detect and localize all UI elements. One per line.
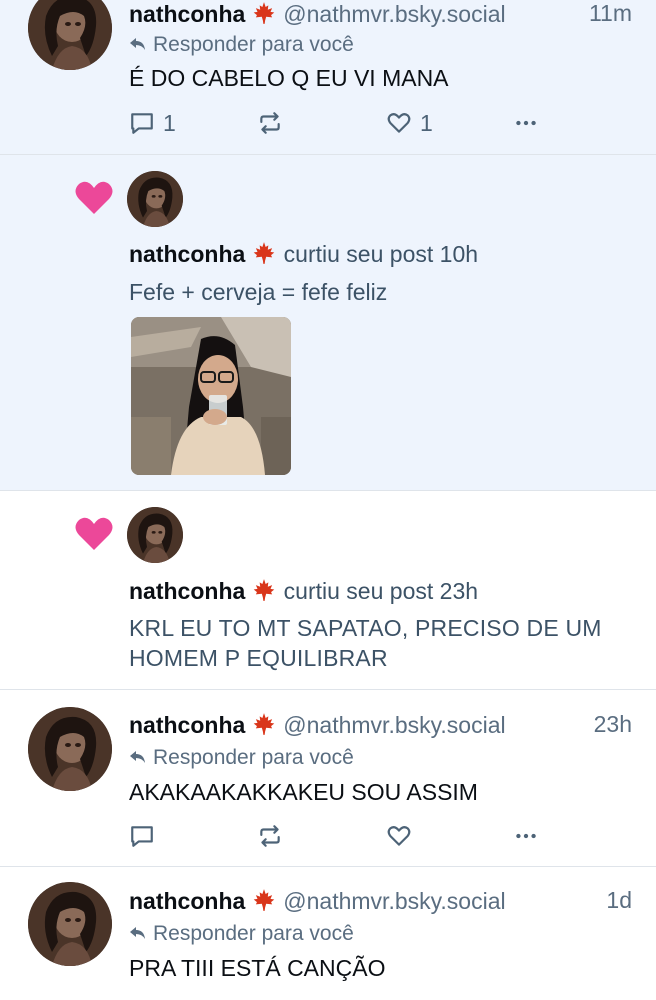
more-button[interactable] bbox=[513, 821, 539, 851]
like-button[interactable]: 1 bbox=[386, 108, 433, 138]
avatar[interactable] bbox=[28, 0, 112, 70]
post-text: PRA TIII ESTÁ CANÇÃO bbox=[129, 955, 386, 981]
author-handle[interactable]: @nathmvr.bsky.social bbox=[283, 888, 505, 914]
post-header: nathconha @nathmvr.bsky.social bbox=[129, 711, 506, 739]
repost-button[interactable] bbox=[257, 108, 283, 138]
comment-icon bbox=[131, 826, 153, 847]
post-header: nathconha @nathmvr.bsky.social bbox=[129, 0, 506, 28]
more-dots-icon bbox=[516, 833, 536, 839]
maple-leaf-icon bbox=[251, 240, 277, 266]
reply-count: 1 bbox=[163, 109, 176, 136]
reply-context: Responder para você bbox=[129, 922, 354, 946]
post-image[interactable] bbox=[131, 317, 291, 475]
author-name[interactable]: nathconha bbox=[129, 712, 245, 738]
comment-icon bbox=[131, 113, 153, 134]
notification-time: 10h bbox=[439, 241, 479, 267]
avatar[interactable] bbox=[127, 507, 183, 563]
action-text: curtiu seu post bbox=[283, 241, 434, 267]
notification-like-1[interactable]: nathconha curtiu seu post 10h Fefe + cer… bbox=[0, 155, 656, 491]
post-text: AKAKAAKAKKAKEU SOU ASSIM bbox=[129, 779, 478, 805]
post-text: É DO CABELO Q EU VI MANA bbox=[129, 65, 449, 91]
maple-leaf-icon bbox=[251, 577, 277, 603]
author-name[interactable]: nathconha bbox=[129, 1, 245, 27]
notification-line: nathconha curtiu seu post 23h bbox=[129, 576, 626, 606]
heart-icon bbox=[74, 180, 114, 216]
notification-reply-1[interactable]: nathconha @nathmvr.bsky.social 11m Respon… bbox=[0, 0, 656, 155]
reply-arrow-icon bbox=[129, 34, 147, 50]
maple-leaf-icon bbox=[251, 0, 277, 26]
reply-button[interactable] bbox=[129, 821, 163, 851]
repost-icon bbox=[260, 825, 280, 847]
repost-button[interactable] bbox=[257, 821, 283, 851]
author-name[interactable]: nathconha bbox=[129, 241, 245, 267]
author-name[interactable]: nathconha bbox=[129, 578, 245, 604]
maple-leaf-icon bbox=[251, 711, 277, 737]
author-handle[interactable]: @nathmvr.bsky.social bbox=[283, 712, 505, 738]
reply-button[interactable]: 1 bbox=[129, 108, 176, 138]
author-handle[interactable]: @nathmvr.bsky.social bbox=[283, 1, 505, 27]
post-time: 11m bbox=[588, 0, 632, 26]
action-text: curtiu seu post bbox=[283, 578, 434, 604]
notification-like-2[interactable]: nathconha curtiu seu post 23h KRL EU TO … bbox=[0, 491, 656, 690]
post-actions: 1 1 bbox=[129, 108, 559, 138]
more-button[interactable] bbox=[513, 108, 539, 138]
repost-icon bbox=[260, 112, 280, 134]
post-header: nathconha @nathmvr.bsky.social bbox=[129, 887, 506, 915]
post-actions bbox=[129, 821, 559, 851]
like-button[interactable] bbox=[386, 821, 420, 851]
reply-label: Responder para você bbox=[153, 746, 354, 769]
author-name[interactable]: nathconha bbox=[129, 888, 245, 914]
liked-post-text: Fefe + cerveja = fefe feliz bbox=[129, 279, 388, 305]
notification-reply-3[interactable]: nathconha @nathmvr.bsky.social 1d Respond… bbox=[0, 867, 656, 1000]
reply-label: Responder para você bbox=[153, 33, 354, 56]
like-count: 1 bbox=[420, 109, 433, 136]
notification-line: nathconha curtiu seu post 10h bbox=[129, 239, 626, 269]
reply-context: Responder para você bbox=[129, 33, 354, 57]
liked-post-text: KRL EU TO MT SAPATAO, PRECISO DE UM HOME… bbox=[129, 615, 602, 671]
reply-arrow-icon bbox=[129, 747, 147, 763]
reply-arrow-icon bbox=[129, 923, 147, 939]
like-heart-icon bbox=[387, 113, 411, 133]
post-time: 23h bbox=[593, 711, 632, 737]
post-time: 1d bbox=[606, 887, 632, 913]
avatar[interactable] bbox=[127, 171, 183, 227]
avatar[interactable] bbox=[28, 882, 112, 966]
maple-leaf-icon bbox=[251, 887, 277, 913]
more-dots-icon bbox=[516, 120, 536, 126]
notification-reply-2[interactable]: nathconha @nathmvr.bsky.social 23h Respon… bbox=[0, 690, 656, 867]
like-heart-icon bbox=[387, 826, 411, 846]
notification-time: 23h bbox=[439, 578, 479, 604]
reply-context: Responder para você bbox=[129, 746, 354, 770]
reply-label: Responder para você bbox=[153, 922, 354, 945]
heart-icon bbox=[74, 516, 114, 552]
avatar[interactable] bbox=[28, 707, 112, 791]
